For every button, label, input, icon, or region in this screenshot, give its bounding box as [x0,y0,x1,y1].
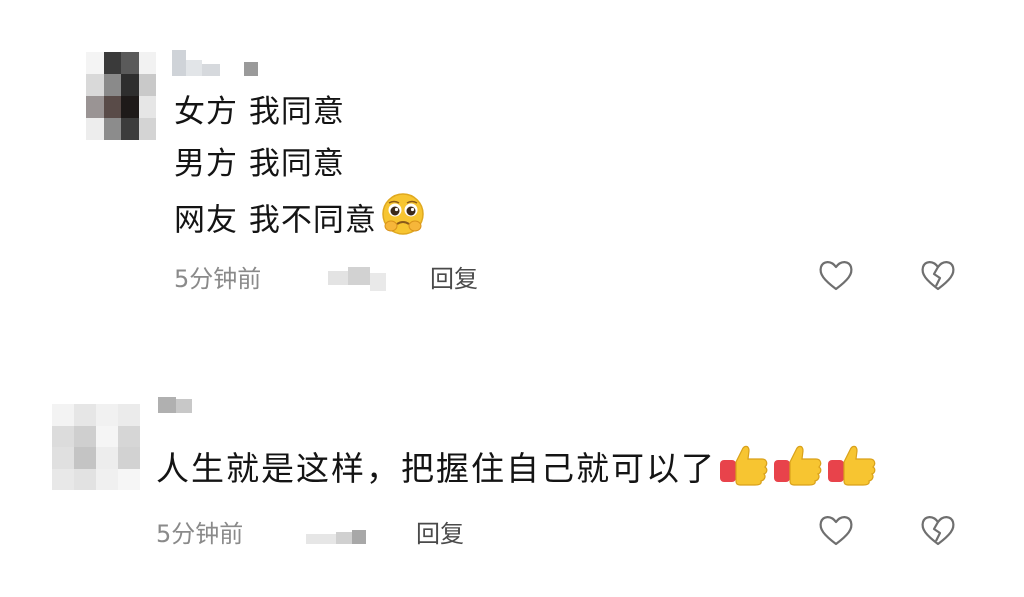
avatar[interactable] [86,52,156,140]
comment-line-text: 人生就是这样，把握住自己就可以了 [156,449,716,488]
like-button[interactable] [816,511,856,551]
broken-heart-icon [921,261,955,291]
comment-item: 人生就是这样，把握住自己就可以了 5分钟前 回复 [0,385,1024,597]
comment-time: 5分钟前 [156,520,244,548]
broken-heart-icon [921,516,955,546]
heart-icon [819,261,853,291]
thumbs-up-icon [772,440,824,501]
like-button[interactable] [816,256,856,296]
location-blurred [328,263,400,291]
comment-item: 女方 我同意 男方 我同意 网友 我不同意 5分钟前 回复 [0,0,1024,300]
location-blurred [306,518,370,546]
pleading-face-icon [379,190,427,254]
comment-line: 网友 我不同意 [174,190,427,242]
username-blurred[interactable] [172,50,272,78]
comment-line: 男方 我同意 [174,146,345,182]
username-blurred[interactable] [158,397,198,425]
thumbs-up-icon [718,440,770,501]
comment-text: 人生就是这样，把握住自己就可以了 [156,440,878,492]
comment-line-text: 网友 我不同意 [174,202,377,239]
comment-line: 人生就是这样，把握住自己就可以了 [156,440,878,492]
heart-icon [819,516,853,546]
thumbs-up-icon [826,440,878,501]
avatar[interactable] [52,404,140,490]
comment-line: 女方 我同意 [174,94,345,130]
reply-button[interactable]: 回复 [416,514,464,549]
dislike-button[interactable] [918,511,958,551]
dislike-button[interactable] [918,256,958,296]
reply-button[interactable]: 回复 [430,259,478,294]
comment-time: 5分钟前 [174,265,262,293]
comment-text: 女方 我同意 男方 我同意 网友 我不同意 [174,86,427,242]
